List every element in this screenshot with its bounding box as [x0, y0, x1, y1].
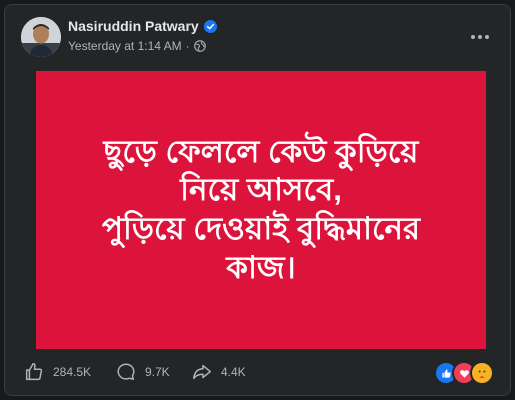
meta-separator: ·: [185, 39, 190, 53]
author-name-row: Nasiruddin Patwary: [68, 18, 217, 34]
avatar[interactable]: [21, 17, 61, 57]
author-name[interactable]: Nasiruddin Patwary: [68, 18, 199, 34]
like-icon: [25, 363, 43, 381]
post-actions-bar: 284.5K 9.7K 4.4K: [5, 357, 510, 393]
comment-count: 9.7K: [145, 365, 170, 379]
post-text-line: নিয়ে আসবে,: [180, 172, 342, 208]
more-options-icon[interactable]: [468, 25, 492, 49]
post-timestamp[interactable]: Yesterday at 1:14 AM: [68, 39, 182, 53]
verified-badge-icon: [203, 19, 217, 33]
avatar-image: [21, 17, 61, 57]
globe-icon: [193, 40, 206, 52]
comment-icon: [117, 363, 135, 381]
share-button[interactable]: 4.4K: [191, 361, 246, 383]
reactions-summary[interactable]: [434, 361, 494, 385]
share-count: 4.4K: [221, 365, 246, 379]
care-reaction-icon: [470, 361, 494, 385]
post-card: Nasiruddin Patwary Yesterday at 1:14 AM …: [4, 4, 511, 396]
post-header: Nasiruddin Patwary Yesterday at 1:14 AM …: [5, 5, 510, 67]
post-meta: Yesterday at 1:14 AM ·: [68, 39, 206, 53]
post-text: ছুড়ে ফেললে কেউ কুড়িয়ে নিয়ে আসবে, পুড…: [90, 133, 432, 288]
post-text-line: কাজ।: [226, 249, 296, 285]
comment-button[interactable]: 9.7K: [115, 361, 170, 383]
post-text-line: পুড়িয়ে দেওয়াই বুদ্ধিমানের: [101, 211, 421, 246]
like-count: 284.5K: [53, 365, 92, 379]
post-text-line: ছুড়ে ফেললে কেউ কুড়িয়ে: [103, 133, 419, 169]
like-button[interactable]: 284.5K: [23, 361, 91, 383]
share-icon: [193, 364, 211, 380]
post-background-text[interactable]: ছুড়ে ফেললে কেউ কুড়িয়ে নিয়ে আসবে, পুড…: [36, 71, 486, 349]
